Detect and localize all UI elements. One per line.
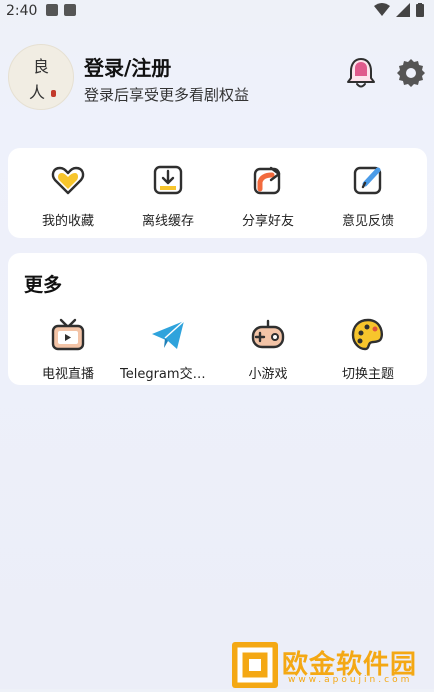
telegram-group-button[interactable]: Telegram交流群 bbox=[118, 317, 218, 382]
share-icon bbox=[253, 166, 281, 195]
share-friends-button[interactable]: 分享好友 bbox=[218, 162, 318, 229]
watermark: 欧金软件园 www.apoujin.com bbox=[232, 642, 434, 689]
offline-cache-button[interactable]: 离线缓存 bbox=[118, 162, 218, 229]
quick-actions-card: 我的收藏 离线缓存 分享好友 意见反馈 bbox=[8, 148, 427, 238]
tv-icon bbox=[51, 318, 85, 351]
telegram-group-label: Telegram交流群 bbox=[120, 367, 216, 382]
watermark-logo bbox=[232, 642, 278, 688]
login-subtitle: 登录后享受更多看剧权益 bbox=[84, 86, 250, 104]
mini-games-label: 小游戏 bbox=[248, 367, 288, 382]
photo-notification-icon bbox=[46, 4, 58, 16]
tv-live-button[interactable]: 电视直播 bbox=[18, 317, 118, 382]
more-title: 更多 bbox=[24, 274, 63, 296]
status-bar: 2:40 bbox=[0, 0, 434, 24]
gamepad-icon bbox=[251, 319, 285, 349]
more-grid: 电视直播 Telegram交流群 小游戏 切换主题 bbox=[8, 317, 427, 382]
palette-icon bbox=[351, 318, 383, 351]
favorites-button[interactable]: 我的收藏 bbox=[18, 162, 118, 229]
avatar[interactable]: 良 人 bbox=[8, 44, 74, 110]
login-register-link[interactable]: 登录/注册 bbox=[84, 52, 171, 81]
watermark-url: www.apoujin.com bbox=[288, 675, 413, 685]
gear-icon[interactable] bbox=[396, 58, 426, 88]
avatar-char-1: 良 bbox=[33, 57, 50, 76]
feedback-icon bbox=[353, 166, 382, 195]
tv-live-label: 电视直播 bbox=[41, 367, 94, 382]
status-time: 2:40 bbox=[6, 3, 38, 19]
favorites-label: 我的收藏 bbox=[41, 214, 94, 229]
heart-icon bbox=[51, 166, 85, 195]
download-icon bbox=[153, 165, 183, 195]
battery-icon bbox=[416, 3, 424, 17]
avatar-char-2: 人 bbox=[29, 83, 46, 102]
signal-icon bbox=[396, 3, 410, 17]
feedback-button[interactable]: 意见反馈 bbox=[318, 162, 418, 229]
text-notification-icon bbox=[64, 4, 76, 16]
more-card: 更多 电视直播 Telegram交流群 小游戏 切换主题 bbox=[8, 253, 427, 385]
switch-theme-button[interactable]: 切换主题 bbox=[318, 317, 418, 382]
feedback-label: 意见反馈 bbox=[341, 214, 394, 229]
switch-theme-label: 切换主题 bbox=[341, 367, 394, 382]
share-friends-label: 分享好友 bbox=[241, 214, 294, 229]
offline-cache-label: 离线缓存 bbox=[141, 214, 194, 229]
mini-games-button[interactable]: 小游戏 bbox=[218, 317, 318, 382]
telegram-icon bbox=[152, 320, 185, 349]
bell-icon[interactable] bbox=[346, 56, 376, 90]
watermark-logo-icon bbox=[237, 647, 273, 683]
quick-actions-grid: 我的收藏 离线缓存 分享好友 意见反馈 bbox=[8, 162, 427, 229]
wifi-icon bbox=[374, 3, 390, 16]
profile-header: 良 人 登录/注册 登录后享受更多看剧权益 bbox=[8, 44, 428, 110]
seal-mark bbox=[51, 90, 56, 97]
